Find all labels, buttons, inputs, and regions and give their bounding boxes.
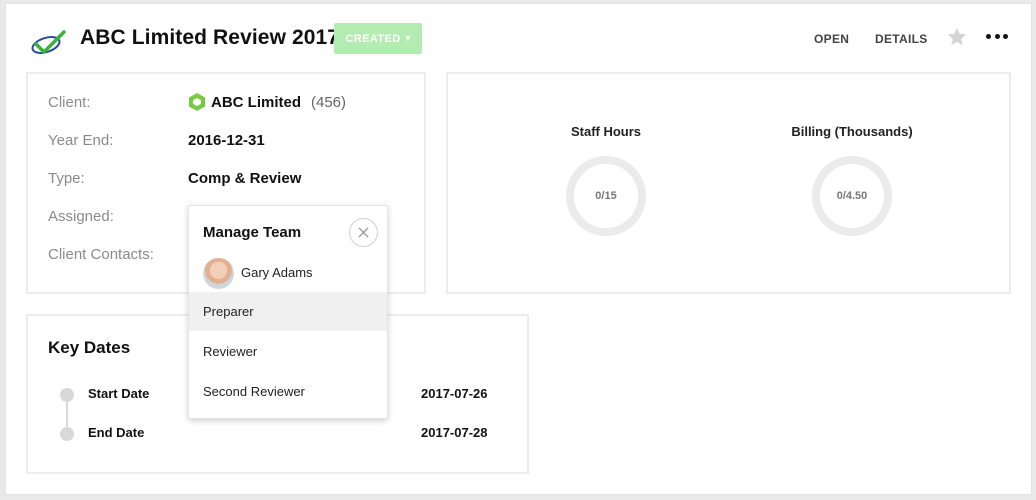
client-label: Client: <box>48 94 91 111</box>
timeline-dot <box>60 388 74 402</box>
manage-team-popover: Manage Team Gary Adams Preparer Reviewer… <box>188 205 388 419</box>
open-link[interactable]: OPEN <box>814 32 849 46</box>
year-end-value: 2016-12-31 <box>188 132 265 149</box>
details-link[interactable]: DETAILS <box>875 32 928 46</box>
role-option-preparer[interactable]: Preparer <box>189 292 387 331</box>
avatar <box>203 258 234 289</box>
close-icon[interactable] <box>349 218 378 247</box>
year-end-label: Year End: <box>48 132 114 149</box>
chevron-down-icon: ▾ <box>405 33 411 43</box>
end-date-value: 2017-07-28 <box>421 425 488 440</box>
star-icon[interactable] <box>946 26 968 48</box>
staff-hours-value: 0/15 <box>595 190 617 202</box>
status-dropdown-button[interactable]: CREATED ▾ <box>334 23 422 54</box>
billing-label: Billing (Thousands) <box>791 124 913 139</box>
manage-team-title: Manage Team <box>203 224 302 241</box>
review-page: ABC Limited Review 2017 CREATED ▾ OPEN D… <box>5 3 1032 495</box>
start-date-label: Start Date <box>88 386 150 401</box>
assigned-label: Assigned: <box>48 208 114 225</box>
logo-icon <box>31 30 66 54</box>
start-date-value: 2017-07-26 <box>421 386 488 401</box>
client-contacts-label: Client Contacts: <box>48 246 154 263</box>
hexagon-icon <box>189 93 205 111</box>
role-option-second-reviewer[interactable]: Second Reviewer <box>189 372 387 411</box>
client-count: (456) <box>311 94 347 111</box>
member-name: Gary Adams <box>241 265 313 280</box>
type-value: Comp & Review <box>188 170 302 187</box>
timeline-dot <box>60 427 74 441</box>
more-options-icon[interactable] <box>986 34 1008 42</box>
billing-value: 0/4.50 <box>836 190 868 202</box>
end-date-label: End Date <box>88 425 145 440</box>
role-option-reviewer[interactable]: Reviewer <box>189 332 387 371</box>
billing-ring: 0/4.50 <box>812 156 892 236</box>
staff-hours-label: Staff Hours <box>570 124 642 139</box>
type-label: Type: <box>48 170 85 187</box>
key-dates-title: Key Dates <box>48 338 131 357</box>
staff-hours-ring: 0/15 <box>566 156 646 236</box>
client-name-link[interactable]: ABC Limited <box>211 94 301 111</box>
page-title: ABC Limited Review 2017 <box>80 26 340 49</box>
status-label: CREATED <box>345 32 401 45</box>
stats-panel: Staff Hours 0/15 Billing (Thousands) 0/4… <box>446 72 1011 294</box>
